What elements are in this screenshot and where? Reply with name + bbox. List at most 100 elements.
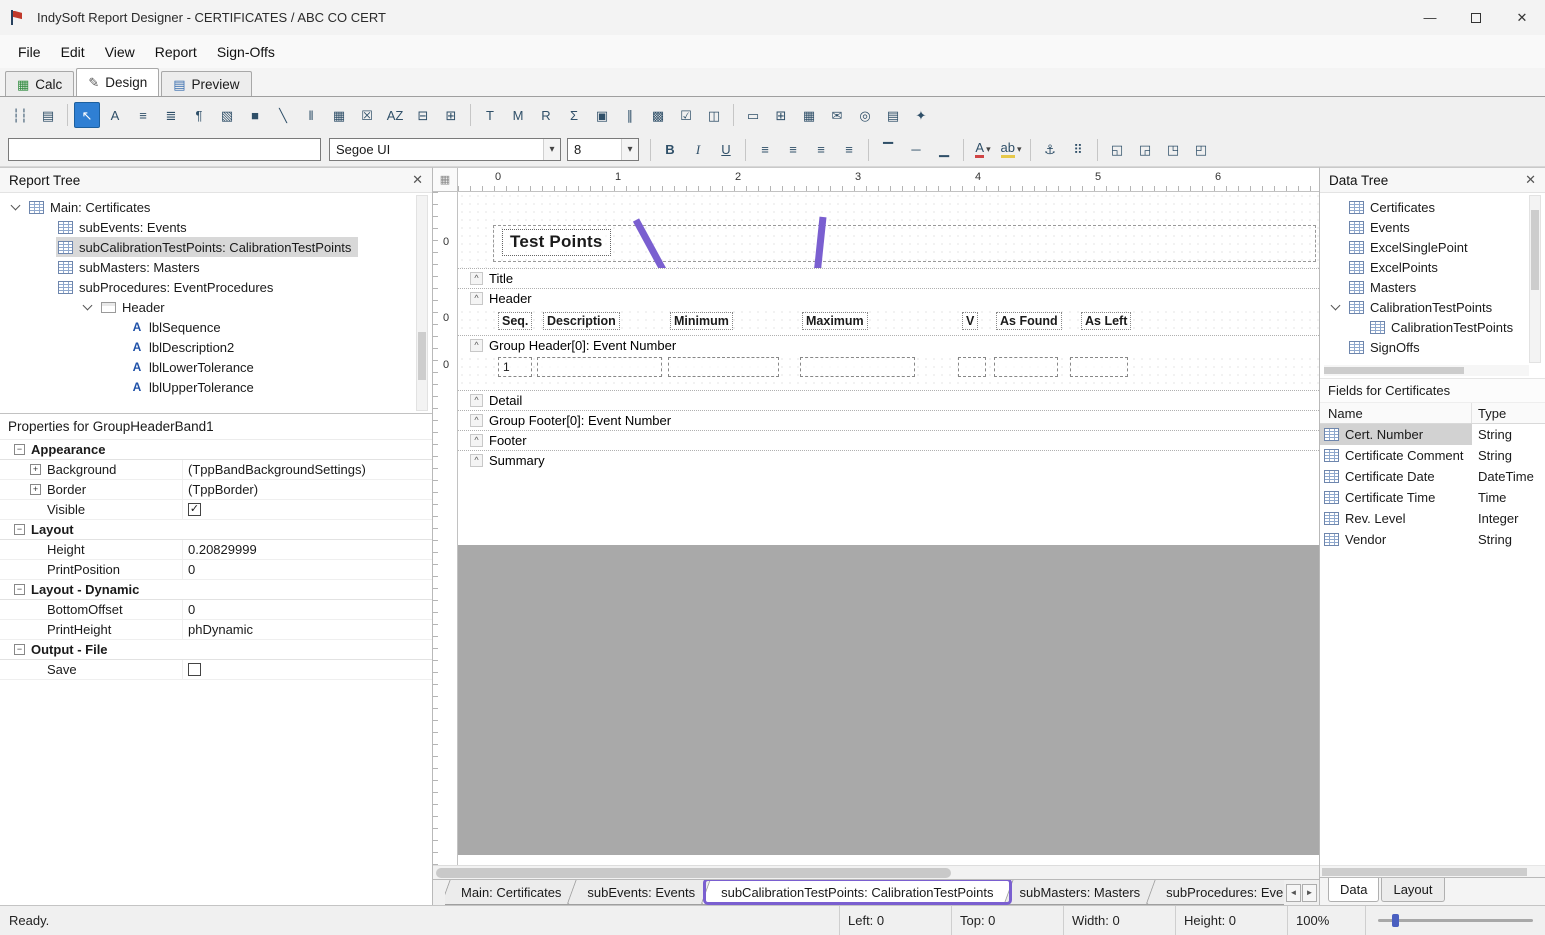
report-tree-item[interactable]: subEvents: Events	[0, 217, 432, 237]
shape-icon[interactable]: ■	[242, 102, 268, 128]
italic-button[interactable]: I	[685, 137, 711, 163]
collapse-band-icon[interactable]: ^	[470, 414, 483, 427]
title-text-element[interactable]: Test Points	[502, 229, 611, 256]
collapse-band-icon[interactable]: ^	[470, 292, 483, 305]
close-button[interactable]: ✕	[1499, 0, 1545, 35]
dbchart-icon[interactable]: ▩	[645, 102, 671, 128]
dbimage-icon[interactable]: ▣	[589, 102, 615, 128]
column-header-label[interactable]: Description	[543, 312, 620, 330]
column-header-type[interactable]: Type	[1472, 406, 1545, 421]
collapse-icon[interactable]: −	[14, 444, 25, 455]
data-tree-item[interactable]: Masters	[1320, 277, 1545, 297]
align-justify-icon[interactable]: ≡	[836, 137, 862, 163]
expander-icon[interactable]	[83, 301, 93, 311]
title-band-content[interactable]: Test Points	[458, 192, 1319, 268]
scrollbar-thumb[interactable]	[1322, 868, 1527, 876]
band-strip[interactable]: ^Group Footer[0]: Event Number	[458, 410, 1319, 430]
property-row[interactable]: Height0.20829999	[0, 540, 432, 560]
collapse-icon[interactable]: −	[14, 524, 25, 535]
richtext-icon[interactable]: ≣	[158, 102, 184, 128]
field-row[interactable]: Rev. LevelInteger	[1320, 508, 1545, 529]
property-row[interactable]: Visible✓	[0, 500, 432, 520]
band-strip[interactable]: ^Summary	[458, 450, 1319, 470]
band-strip[interactable]: ^Footer	[458, 430, 1319, 450]
dbtext-element[interactable]: 1	[498, 357, 532, 377]
search-icon[interactable]: ◎	[852, 102, 878, 128]
line-icon[interactable]: ╲	[270, 102, 296, 128]
band-strip[interactable]: ^Header	[458, 288, 1319, 308]
dbtext-element[interactable]	[668, 357, 779, 377]
property-value-cell[interactable]: 0.20829999	[183, 540, 432, 559]
data-tree-item[interactable]: CalibrationTestPoints	[1320, 297, 1545, 317]
chevron-down-icon[interactable]: ▾	[543, 139, 560, 160]
mail-icon[interactable]: ✉	[824, 102, 850, 128]
send-to-back-icon[interactable]: ◲	[1132, 137, 1158, 163]
close-icon[interactable]: ✕	[1525, 172, 1536, 188]
font-color-button[interactable]: A▾	[970, 137, 996, 163]
tab-calc[interactable]: ▦Calc	[5, 71, 74, 96]
checkbox-icon[interactable]: ☒	[354, 102, 380, 128]
data-tree-item[interactable]: ExcelPoints	[1320, 257, 1545, 277]
property-value-cell[interactable]: (TppBandBackgroundSettings)	[183, 460, 432, 479]
property-row[interactable]: +Border(TppBorder)	[0, 480, 432, 500]
data-tree-item[interactable]: CalibrationTestPoints	[1320, 317, 1545, 337]
tab-preview[interactable]: ▤Preview	[161, 71, 251, 96]
dbtext-element[interactable]	[958, 357, 986, 377]
expand-icon[interactable]: +	[30, 484, 41, 495]
report-tree-item[interactable]: subProcedures: EventProcedures	[0, 277, 432, 297]
data-tree-item[interactable]: ExcelSinglePoint	[1320, 237, 1545, 257]
collapse-band-icon[interactable]: ^	[470, 434, 483, 447]
scrollbar-thumb[interactable]	[1324, 367, 1464, 374]
dbtext-element[interactable]	[800, 357, 915, 377]
crosstab-icon[interactable]: ⊞	[768, 102, 794, 128]
property-group-row[interactable]: −Layout	[0, 520, 432, 540]
report-tree-item[interactable]: AlblLowerTolerance	[0, 357, 432, 377]
bring-to-front-icon[interactable]: ◱	[1104, 137, 1130, 163]
dbbarcode-icon[interactable]: ∥	[617, 102, 643, 128]
anchor-button[interactable]: ⚓	[1037, 137, 1063, 163]
maximize-button[interactable]	[1453, 0, 1499, 35]
tab-scroll-left-icon[interactable]: ◄	[1286, 884, 1301, 902]
data-tree-scrollbar[interactable]	[1529, 195, 1541, 363]
column-header-label[interactable]: Seq.	[498, 312, 532, 330]
matrix-icon[interactable]: ▦	[796, 102, 822, 128]
collapse-icon[interactable]: −	[14, 584, 25, 595]
menu-item-view[interactable]: View	[95, 39, 145, 65]
field-row[interactable]: VendorString	[1320, 529, 1545, 550]
tab-layout[interactable]: Layout	[1381, 878, 1444, 902]
scrollbar-thumb[interactable]	[436, 868, 951, 878]
page-tab[interactable]: subMasters: Masters	[1004, 880, 1157, 905]
property-value-cell[interactable]: 0	[183, 560, 432, 579]
collapse-band-icon[interactable]: ^	[470, 272, 483, 285]
column-header-label[interactable]: Minimum	[670, 312, 733, 330]
page-tab[interactable]: subProcedures: EventProcedures	[1150, 880, 1284, 905]
column-header-label[interactable]: V	[962, 312, 978, 330]
band-strip[interactable]: ^Group Header[0]: Event Number	[458, 335, 1319, 355]
property-group-row[interactable]: −Layout - Dynamic	[0, 580, 432, 600]
barcode-icon[interactable]: ‖	[298, 102, 324, 128]
page-tab[interactable]: Main: Certificates	[445, 880, 577, 905]
region-icon[interactable]: ▭	[740, 102, 766, 128]
checkbox-icon[interactable]: ✓	[188, 503, 201, 516]
highlight-color-button[interactable]: ab▾	[998, 137, 1024, 163]
tab-data[interactable]: Data	[1328, 878, 1379, 902]
expander-icon[interactable]	[1331, 301, 1341, 311]
report-tree-scrollbar[interactable]	[416, 195, 428, 411]
expand-icon[interactable]: +	[30, 464, 41, 475]
page-tab[interactable]: subCalibrationTestPoints: CalibrationTes…	[705, 880, 1009, 905]
data-tree-horizontal-scrollbar[interactable]	[1324, 365, 1529, 376]
font-size-combo[interactable]: 8 ▾	[567, 138, 639, 161]
collapse-band-icon[interactable]: ^	[470, 339, 483, 352]
bold-button[interactable]: B	[657, 137, 683, 163]
property-value-cell[interactable]: ✓	[183, 500, 432, 519]
field-row[interactable]: Certificate CommentString	[1320, 445, 1545, 466]
align-bottom-icon[interactable]: ▁	[931, 137, 957, 163]
field-row[interactable]: Certificate DateDateTime	[1320, 466, 1545, 487]
edit-box[interactable]	[8, 138, 321, 161]
column-header-name[interactable]: Name	[1320, 403, 1472, 423]
property-value-cell[interactable]: (TppBorder)	[183, 480, 432, 499]
snap-grid-button[interactable]: ⠿	[1065, 137, 1091, 163]
select-arrow-icon[interactable]: ↖	[74, 102, 100, 128]
data-tree-item[interactable]: Events	[1320, 217, 1545, 237]
data-tree-item[interactable]: Certificates	[1320, 197, 1545, 217]
